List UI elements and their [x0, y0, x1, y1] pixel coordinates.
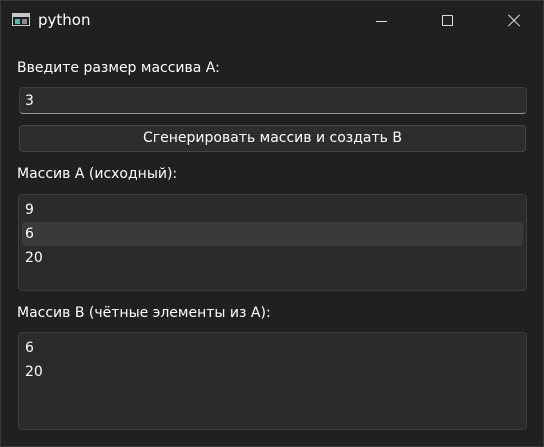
close-button[interactable] — [491, 1, 537, 41]
title-bar[interactable]: python — [1, 1, 543, 41]
maximize-button[interactable] — [425, 1, 471, 41]
array-a-label: Массив A (исходный): — [17, 166, 178, 182]
array-b-label: Массив B (чётные элементы из A): — [17, 305, 271, 321]
maximize-icon — [442, 15, 453, 26]
array-a-item[interactable]: 6 — [22, 222, 523, 246]
array-a-list[interactable]: 9 6 20 — [18, 194, 527, 291]
array-size-label: Введите размер массива A: — [17, 60, 220, 76]
minimize-button[interactable] — [359, 1, 405, 41]
array-b-list[interactable]: 6 20 — [18, 332, 527, 430]
app-window-icon — [12, 13, 30, 26]
array-b-item[interactable]: 6 — [22, 336, 523, 360]
close-icon — [506, 13, 522, 29]
window-title: python — [38, 11, 91, 29]
array-b-item[interactable]: 20 — [22, 360, 523, 384]
array-size-input[interactable] — [19, 87, 527, 114]
minimize-icon — [376, 21, 387, 22]
array-a-item[interactable]: 20 — [22, 246, 523, 270]
generate-button[interactable]: Сгенерировать массив и создать B — [19, 125, 526, 152]
app-window: python Введите размер массива A: Сгенери… — [0, 0, 544, 447]
array-a-item[interactable]: 9 — [22, 198, 523, 222]
